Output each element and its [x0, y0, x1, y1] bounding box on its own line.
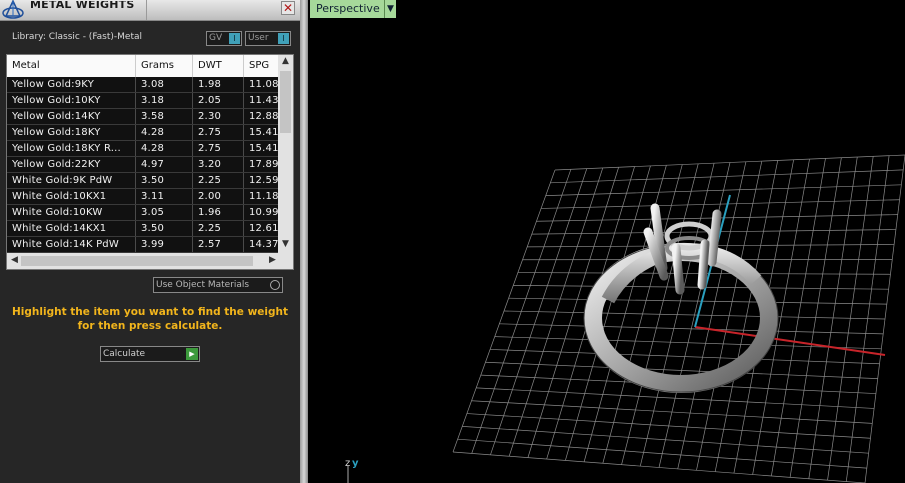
table-row[interactable]: White Gold:9K PdW 3.50 2.25 12.59: [7, 173, 284, 189]
table-row[interactable]: Yellow Gold:18KY R... 4.28 2.75 15.41: [7, 141, 284, 157]
dwt-cell: 3.20: [193, 157, 244, 172]
grid-line: [696, 161, 763, 471]
toggle-knob-icon: I: [278, 33, 289, 44]
horizontal-scrollbar[interactable]: ◀ ▶: [7, 253, 293, 269]
grams-cell: 3.18: [136, 93, 193, 108]
metal-cell: White Gold:9K PdW: [7, 173, 136, 188]
app-logo-icon: [2, 0, 24, 19]
vertical-scroll-thumb[interactable]: [280, 71, 291, 133]
column-header-grams[interactable]: Grams: [136, 55, 193, 77]
metal-cell: Yellow Gold:18KY: [7, 125, 136, 140]
grams-cell: 3.05: [136, 205, 193, 220]
grams-cell: 3.50: [136, 173, 193, 188]
metal-cell: White Gold:10KX1: [7, 189, 136, 204]
gizmo-y-label: y: [352, 458, 359, 469]
user-toggle-label: User: [248, 33, 269, 43]
close-icon[interactable]: ✕: [281, 1, 295, 15]
metal-cell: Yellow Gold:22KY: [7, 157, 136, 172]
dwt-cell: 2.75: [193, 125, 244, 140]
scroll-right-icon[interactable]: ▶: [265, 255, 280, 265]
dwt-cell: 2.75: [193, 141, 244, 156]
viewport-scene: z y: [345, 154, 905, 483]
use-object-materials-label: Use Object Materials: [156, 280, 250, 290]
dwt-cell: 2.05: [193, 93, 244, 108]
metal-cell: White Gold:10KW: [7, 205, 136, 220]
grid-line: [789, 157, 842, 478]
column-header-dwt[interactable]: DWT: [193, 55, 244, 77]
table-body: Yellow Gold:9KY 3.08 1.98 11.08 Yellow Gold:…: [7, 77, 284, 253]
column-header-metal[interactable]: Metal: [7, 55, 136, 77]
perspective-viewport[interactable]: Perspective ▼ z y: [308, 0, 905, 483]
radio-icon[interactable]: [270, 280, 280, 290]
metal-cell: Yellow Gold:14KY: [7, 109, 136, 124]
panel-titlebar: METAL WEIGHTS ✕: [0, 0, 300, 21]
table-row[interactable]: White Gold:10KX1 3.11 2.00 11.18: [7, 189, 284, 205]
grams-cell: 4.28: [136, 125, 193, 140]
grams-cell: 3.58: [136, 109, 193, 124]
scroll-down-icon[interactable]: ▼: [278, 239, 293, 249]
dwt-cell: 2.57: [193, 237, 244, 252]
grid-line: [452, 451, 866, 483]
scroll-up-icon[interactable]: ▲: [278, 56, 293, 66]
grid-line: [808, 156, 858, 479]
calculate-label: Calculate: [103, 349, 146, 359]
use-object-materials-option[interactable]: Use Object Materials: [153, 277, 283, 293]
grid-line: [490, 349, 880, 365]
table-row[interactable]: White Gold:10KW 3.05 1.96 10.99: [7, 205, 284, 221]
dwt-cell: 1.96: [193, 205, 244, 220]
dwt-cell: 2.25: [193, 173, 244, 188]
gv-toggle[interactable]: GV I: [206, 31, 242, 46]
table-row[interactable]: Yellow Gold:10KY 3.18 2.05 11.43: [7, 93, 284, 109]
grams-cell: 4.97: [136, 157, 193, 172]
grams-cell: 4.28: [136, 141, 193, 156]
panel-splitter[interactable]: [300, 0, 308, 483]
ring-model: [583, 195, 779, 393]
grid-line: [466, 413, 871, 439]
table-row[interactable]: Yellow Gold:14KY 3.58 2.30 12.88: [7, 109, 284, 125]
grid-line: [462, 426, 869, 454]
gizmo-z-label: z: [345, 458, 350, 469]
ground-grid: [452, 154, 905, 483]
panel-title: METAL WEIGHTS: [30, 1, 135, 11]
calculate-button[interactable]: Calculate ▶: [100, 346, 200, 362]
metal-cell: Yellow Gold:9KY: [7, 77, 136, 92]
grams-cell: 3.11: [136, 189, 193, 204]
dwt-cell: 2.25: [193, 221, 244, 236]
grid-line: [494, 336, 882, 350]
toggle-knob-icon: I: [229, 33, 240, 44]
table-row[interactable]: Yellow Gold:18KY 4.28 2.75 15.41: [7, 125, 284, 141]
metal-weights-panel: METAL WEIGHTS ✕ Library: Classic - (Fast…: [0, 0, 300, 483]
grid-line: [457, 438, 867, 469]
table-row[interactable]: White Gold:14K PdW 3.99 2.57 14.37: [7, 237, 284, 253]
grams-cell: 3.99: [136, 237, 193, 252]
dwt-cell: 2.00: [193, 189, 244, 204]
table-row[interactable]: White Gold:14KX1 3.50 2.25 12.61: [7, 221, 284, 237]
metal-cell: White Gold:14KX1: [7, 221, 136, 236]
library-label: Library: Classic - (Fast)-Metal: [12, 32, 143, 42]
scroll-left-icon[interactable]: ◀: [7, 255, 22, 265]
dwt-cell: 1.98: [193, 77, 244, 92]
dwt-cell: 2.30: [193, 109, 244, 124]
vertical-scrollbar[interactable]: ▲ ▼: [278, 55, 293, 253]
play-icon[interactable]: ▶: [186, 348, 198, 360]
grid-line: [471, 400, 873, 424]
grid-line: [658, 162, 731, 468]
metal-cell: White Gold:14K PdW: [7, 237, 136, 252]
user-toggle[interactable]: User I: [245, 31, 291, 46]
table-row[interactable]: Yellow Gold:22KY 4.97 3.20 17.89: [7, 157, 284, 173]
instruction-text: Highlight the item you want to find the …: [12, 306, 288, 332]
table-header: Metal Grams DWT SPG: [7, 55, 284, 78]
metal-weights-table: Metal Grams DWT SPG Yellow Gold:9KY 3.08 1…: [6, 54, 294, 270]
gv-toggle-label: GV: [209, 33, 223, 43]
axis-gizmo: z y: [345, 458, 359, 483]
table-row[interactable]: Yellow Gold:9KY 3.08 1.98 11.08: [7, 77, 284, 93]
grams-cell: 3.08: [136, 77, 193, 92]
metal-cell: Yellow Gold:18KY R...: [7, 141, 136, 156]
title-separator: [146, 0, 147, 20]
metal-cell: Yellow Gold:10KY: [7, 93, 136, 108]
horizontal-scroll-thumb[interactable]: [21, 256, 253, 266]
grid-line: [499, 323, 884, 335]
grid-line: [771, 158, 826, 477]
grams-cell: 3.50: [136, 221, 193, 236]
